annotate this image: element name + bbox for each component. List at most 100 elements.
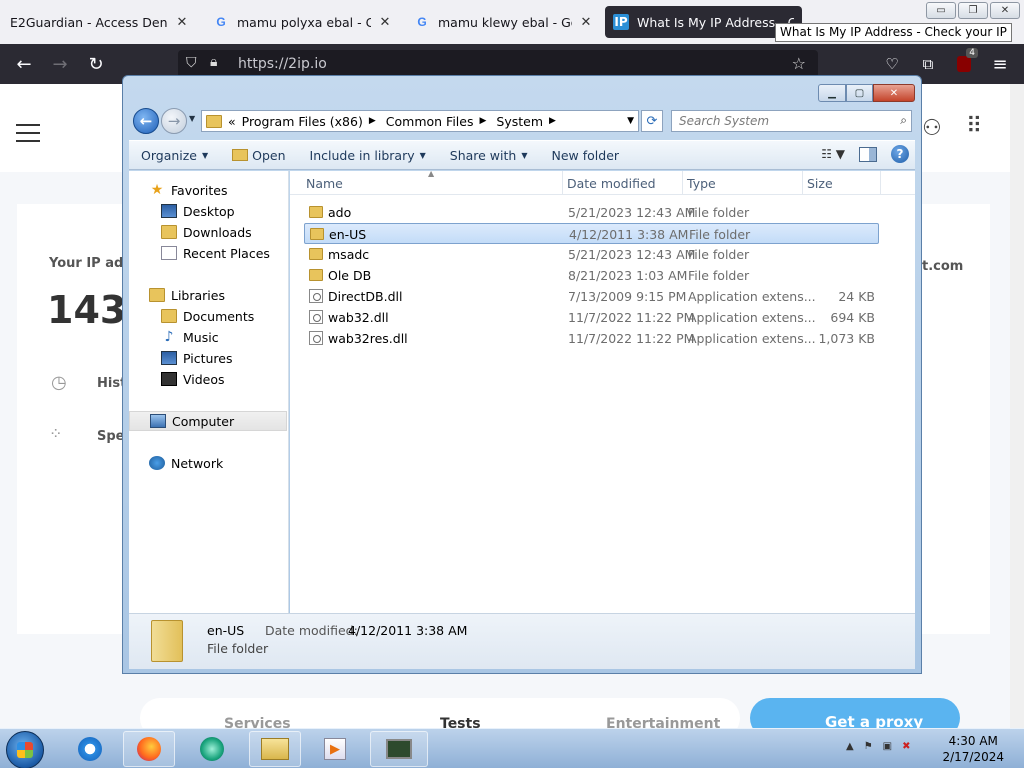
bottom-nav-tests[interactable]: Tests (440, 716, 481, 728)
chevron-down-icon: ▼ (202, 150, 209, 160)
column-type[interactable]: Type (687, 176, 716, 191)
shield-icon[interactable]: ⛉ (186, 55, 197, 71)
column-divider[interactable] (682, 171, 683, 195)
refresh-icon[interactable]: ⟳ (641, 110, 663, 132)
tab-access-denied[interactable]: E2Guardian - Access Denied ✕ (2, 6, 198, 38)
preview-pane-icon[interactable] (859, 146, 877, 162)
nav-music[interactable]: ♪ Music (129, 327, 287, 347)
nav-libraries[interactable]: Libraries (129, 285, 287, 305)
breadcrumb-overflow[interactable]: « (228, 114, 236, 129)
file-row-directdb-dll[interactable]: DirectDB.dll 7/13/2009 9:15 PM Applicati… (304, 286, 879, 307)
media-center-icon[interactable]: ▶ (309, 731, 361, 767)
nav-documents[interactable]: Documents (129, 306, 287, 326)
column-size[interactable]: Size (807, 176, 833, 191)
chevron-down-icon[interactable]: ▼ (627, 116, 634, 126)
chevron-down-icon[interactable]: ▼ (189, 114, 195, 123)
extensions-icon[interactable]: ⧉ (916, 52, 940, 76)
tab-google-search-1[interactable]: G mamu polyxa ebal - Google ✕ (205, 6, 401, 38)
lock-icon[interactable]: 🔒︎ (210, 54, 217, 70)
volume-muted-icon[interactable]: ✖ (902, 741, 910, 752)
back-arrow-icon[interactable]: ← (133, 108, 159, 134)
new-folder-button[interactable]: New folder (540, 148, 632, 163)
column-divider[interactable] (562, 171, 563, 195)
search-input[interactable]: Search System ⌕ (671, 110, 912, 132)
include-in-library-button[interactable]: Include in library ▼ (298, 148, 438, 163)
bottom-nav-services[interactable]: Services (224, 716, 291, 728)
share-with-button[interactable]: Share with ▼ (438, 148, 540, 163)
ublock-icon[interactable]: 4 (952, 48, 978, 76)
chevron-right-icon[interactable]: ▶ (369, 116, 376, 126)
column-date-modified[interactable]: Date modified (567, 176, 656, 191)
close-icon[interactable]: ✕ (377, 15, 393, 30)
minimize-icon[interactable]: ▁ (818, 84, 846, 102)
close-icon[interactable]: ✕ (578, 15, 594, 30)
taskbar-clock[interactable]: 4:30 AM 2/17/2024 (942, 733, 1004, 765)
page-scrollbar[interactable] (1010, 84, 1024, 728)
speed-link[interactable]: Spe (97, 429, 125, 444)
forward-arrow-icon[interactable]: → (48, 52, 72, 76)
get-proxy-button[interactable]: Get a proxy (750, 698, 960, 728)
nav-pictures[interactable]: Pictures (129, 348, 287, 368)
nav-network[interactable]: Network (129, 453, 287, 473)
url-bar[interactable]: ⛉ 🔒︎ https://2ip.io ☆ (178, 50, 818, 78)
column-divider[interactable] (880, 171, 881, 195)
restore-icon[interactable]: ❐ (958, 2, 988, 19)
bottom-nav-entertainment[interactable]: Entertainment (606, 716, 720, 728)
nav-label: Network (171, 455, 224, 471)
network-tray-icon[interactable]: ▣ (883, 741, 892, 752)
column-name[interactable]: Name (306, 176, 343, 191)
menu-icon[interactable]: ≡ (988, 52, 1012, 76)
reload-icon[interactable]: ↻ (84, 52, 108, 76)
nav-desktop[interactable]: Desktop (129, 201, 287, 221)
hamburger-icon[interactable] (16, 124, 40, 142)
firefox-icon[interactable] (123, 731, 175, 767)
close-icon[interactable]: ✕ (174, 15, 190, 30)
file-row-en-us[interactable]: en-US 4/12/2011 3:38 AM File folder (304, 223, 879, 244)
file-row-ado[interactable]: ado 5/21/2023 12:43 AM File folder (304, 202, 879, 223)
file-row-ole-db[interactable]: Ole DB 8/21/2023 1:03 AM File folder (304, 265, 879, 286)
tab-what-is-my-ip[interactable]: IP What Is My IP Address - C (605, 6, 802, 38)
chevron-right-icon[interactable]: ▶ (479, 116, 486, 126)
minimize-icon[interactable]: ▭ (926, 2, 956, 19)
back-arrow-icon[interactable]: ← (12, 52, 36, 76)
chevron-right-icon[interactable]: ▶ (549, 116, 556, 126)
forward-arrow-icon[interactable]: → (161, 108, 187, 134)
help-icon[interactable]: ? (891, 145, 909, 163)
start-button[interactable] (6, 731, 44, 768)
breadcrumb-program-files[interactable]: Program Files (x86) (242, 114, 363, 129)
maximize-icon[interactable]: ▢ (846, 84, 873, 102)
apps-grid-icon[interactable]: ⠿ (966, 114, 982, 139)
tab-google-search-2[interactable]: G mamu klewy ebal - Google ✕ (406, 6, 602, 38)
close-icon[interactable]: ✕ (873, 84, 915, 102)
file-row-msadc[interactable]: msadc 5/21/2023 12:43 AM File folder (304, 244, 879, 265)
address-bar[interactable]: « Program Files (x86) ▶ Common Files ▶ S… (201, 110, 639, 132)
user-icon[interactable]: ⚇ (922, 116, 942, 141)
nav-computer[interactable]: Computer (129, 411, 287, 431)
search-placeholder: Search System (679, 114, 770, 128)
windows-explorer-icon[interactable] (249, 731, 301, 767)
clock-time: 4:30 AM (948, 734, 998, 748)
pocket-icon[interactable]: ♡ (880, 52, 904, 76)
change-view-icon[interactable]: ☷ ▼ (821, 147, 845, 161)
organize-button[interactable]: Organize ▼ (129, 148, 220, 163)
nav-recent-places[interactable]: Recent Places (129, 243, 287, 263)
show-hidden-icons[interactable]: ▲ (846, 741, 854, 752)
media-player-icon[interactable] (186, 731, 238, 767)
search-icon[interactable]: ⌕ (900, 113, 907, 128)
breadcrumb-common-files[interactable]: Common Files (386, 114, 474, 129)
action-center-flag-icon[interactable]: ⚑ (864, 741, 873, 752)
file-row-wab32res-dll[interactable]: wab32res.dll 11/7/2022 11:22 PM Applicat… (304, 328, 879, 349)
internet-explorer-icon[interactable] (64, 731, 116, 767)
column-divider[interactable] (802, 171, 803, 195)
open-button[interactable]: Open (220, 148, 297, 163)
dll-file-icon (309, 331, 323, 345)
file-row-wab32-dll[interactable]: wab32.dll 11/7/2022 11:22 PM Application… (304, 307, 879, 328)
close-icon[interactable]: ✕ (990, 2, 1020, 19)
nav-favorites[interactable]: ★ Favorites (129, 180, 287, 200)
explorer-window-controls: ▁ ▢ ✕ (818, 84, 915, 102)
nav-videos[interactable]: Videos (129, 369, 287, 389)
breadcrumb-system[interactable]: System (496, 114, 543, 129)
bookmark-star-icon[interactable]: ☆ (792, 54, 806, 73)
task-manager-icon[interactable] (370, 731, 428, 767)
nav-downloads[interactable]: Downloads (129, 222, 287, 242)
